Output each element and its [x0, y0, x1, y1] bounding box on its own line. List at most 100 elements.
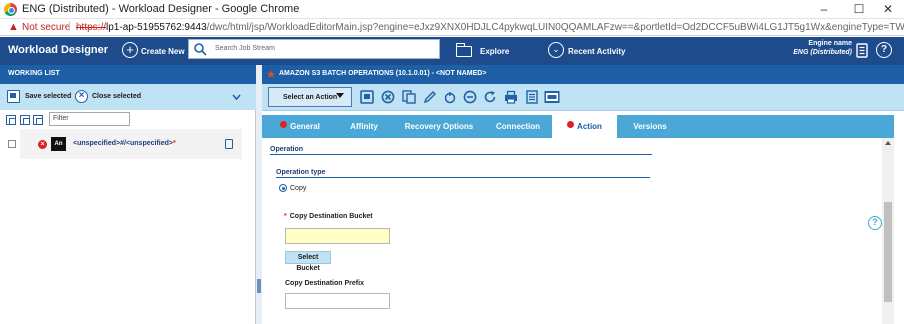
refresh-icon[interactable] — [483, 90, 497, 104]
not-secure-label[interactable]: Not secure — [22, 22, 70, 33]
error-icon — [280, 121, 288, 128]
editor-panel: ★ AMAZON S3 BATCH OPERATIONS (10.1.0.01)… — [262, 65, 904, 324]
url-scheme: https:// — [76, 22, 107, 33]
tab-general-label: General — [290, 122, 320, 131]
sap-icon[interactable] — [544, 90, 560, 104]
copy-icon[interactable] — [33, 115, 43, 125]
tab-general[interactable]: General — [270, 115, 330, 138]
tab-recovery-options[interactable]: Recovery Options — [402, 115, 476, 138]
item-name-text: <unspecified>#/<unspecified> — [73, 140, 173, 147]
engine-details-icon[interactable] — [856, 43, 868, 58]
save-icon[interactable] — [7, 90, 20, 103]
url-path: /dwc/html/jsp/WorkloadEditorMain.jsp?eng… — [206, 22, 904, 33]
tab-connection-label: Connection — [496, 122, 540, 131]
action-form: Operation Operation type Copy * Copy Dest… — [262, 138, 882, 324]
copy-radio-label: Copy — [290, 185, 307, 192]
close-icon[interactable]: × — [75, 90, 88, 103]
working-list-header: WORKING LIST — [0, 65, 256, 84]
url-host: lp1-ap-51955762:9443 — [106, 22, 207, 33]
tab-affinity-label: Affinity — [350, 122, 378, 131]
error-icon — [567, 121, 575, 128]
close-selected-button[interactable]: Close selected — [92, 93, 141, 100]
url-text[interactable]: https://lp1-ap-51955762:9443/dwc/html/js… — [76, 22, 904, 33]
required-marker: * — [284, 213, 287, 220]
close-window-icon[interactable]: ✕ — [872, 0, 904, 19]
tab-action-label: Action — [577, 122, 602, 131]
copy-destination-bucket-label: * Copy Destination Bucket — [284, 213, 373, 220]
editor-title: AMAZON S3 BATCH OPERATIONS (10.1.0.01) -… — [279, 70, 487, 77]
tab-action[interactable]: Action — [552, 115, 617, 138]
copy-destination-bucket-text: Copy Destination Bucket — [289, 213, 373, 220]
folder-icon — [455, 43, 472, 57]
unlock-icon[interactable] — [443, 90, 457, 104]
help-icon[interactable]: ? — [876, 42, 892, 58]
browser-title-bar: ENG (Distributed) - Workload Designer - … — [0, 0, 904, 19]
item-checkbox[interactable] — [8, 140, 16, 148]
copy-destination-bucket-field[interactable] — [285, 228, 390, 244]
modified-marker: * — [172, 140, 176, 147]
window-title: ENG (Distributed) - Workload Designer - … — [22, 3, 300, 15]
copy-radio[interactable] — [279, 184, 287, 192]
working-list-panel: WORKING LIST Save selected × Close selec… — [0, 65, 256, 324]
document-icon[interactable] — [225, 139, 233, 149]
scroll-up-arrow-icon[interactable] — [885, 141, 891, 145]
caret-down-icon — [336, 93, 344, 98]
item-name[interactable]: <unspecified>#/<unspecified>* — [73, 140, 176, 147]
tab-affinity[interactable]: Affinity — [342, 115, 386, 138]
vertical-scrollbar[interactable] — [882, 138, 894, 324]
list-icon[interactable] — [525, 90, 539, 104]
tab-versions-label: Versions — [633, 122, 667, 131]
edit-icon[interactable] — [423, 90, 437, 104]
tab-recovery-options-label: Recovery Options — [404, 122, 474, 131]
close-icon[interactable] — [381, 90, 395, 104]
save-selected-button[interactable]: Save selected — [25, 93, 71, 100]
editor-header: ★ AMAZON S3 BATCH OPERATIONS (10.1.0.01)… — [262, 65, 904, 84]
select-action-dropdown[interactable]: Select an Action — [268, 87, 352, 107]
app-title: Workload Designer — [8, 44, 109, 56]
tab-versions[interactable]: Versions — [628, 115, 672, 138]
search-placeholder: Search Job Stream — [215, 45, 275, 52]
explore-label: Explore — [480, 47, 510, 56]
address-bar[interactable]: ▲ Not secure | https://lp1-ap-51955762:9… — [0, 19, 904, 36]
editor-toolbar: Select an Action — [262, 84, 904, 111]
save-icon[interactable] — [360, 90, 374, 104]
app-header: Workload Designer + Create New Search Jo… — [0, 37, 904, 65]
select-all-icon[interactable] — [6, 115, 16, 125]
search-input[interactable]: Search Job Stream — [188, 39, 440, 59]
star-icon: ★ — [266, 69, 276, 81]
tab-connection[interactable]: Connection — [490, 115, 546, 138]
search-icon[interactable] — [193, 42, 207, 56]
filter-placeholder: Filter — [53, 115, 69, 122]
section-divider — [270, 154, 652, 155]
help-icon[interactable]: ? — [868, 216, 882, 230]
operation-type-divider — [276, 177, 650, 178]
plus-icon: + — [122, 42, 138, 58]
create-new-label: Create New — [141, 47, 185, 56]
warning-icon[interactable]: ▲ — [8, 21, 19, 33]
working-list-toolbar: Save selected × Close selected — [0, 84, 256, 110]
scrollbar-thumb[interactable] — [884, 202, 892, 302]
recent-activity-label: Recent Activity — [568, 47, 626, 56]
select-bucket-button[interactable]: Select Bucket — [285, 251, 331, 272]
section-operation-title: Operation — [270, 146, 304, 153]
engine-name-value: ENG (Distributed) — [793, 49, 852, 56]
working-list-title: WORKING LIST — [8, 70, 60, 77]
filter-input[interactable]: Filter — [49, 112, 130, 126]
splitter-grip[interactable] — [257, 279, 261, 293]
list-item[interactable]: × An <unspecified>#/<unspecified>* — [8, 129, 242, 159]
copy-destination-prefix-field[interactable] — [285, 293, 390, 309]
minimize-icon[interactable]: – — [808, 0, 840, 19]
tab-bar: General Affinity Recovery Options Connec… — [262, 115, 894, 138]
copy-icon[interactable] — [402, 90, 416, 104]
remove-icon[interactable] — [463, 90, 477, 104]
maximize-icon[interactable]: ☐ — [843, 0, 875, 19]
operation-type-title: Operation type — [276, 169, 326, 176]
print-icon[interactable] — [504, 90, 518, 104]
select-action-label: Select an Action — [283, 94, 338, 101]
address-divider: | — [68, 21, 71, 32]
duplicate-icon[interactable] — [20, 115, 30, 125]
chevron-down-icon[interactable] — [232, 94, 241, 101]
error-icon: × — [38, 140, 47, 149]
amazon-job-icon: An — [51, 137, 66, 151]
copy-destination-prefix-label: Copy Destination Prefix — [285, 280, 364, 287]
